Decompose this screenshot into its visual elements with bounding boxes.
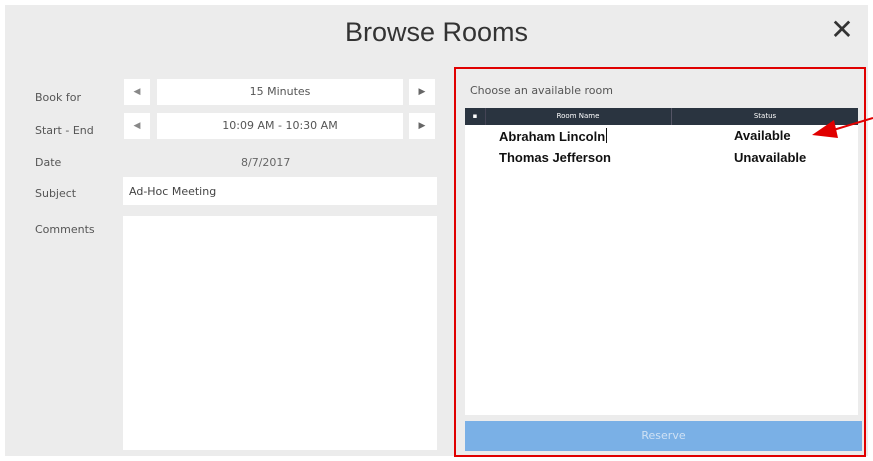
start-end-prev-button[interactable]: ◀ [124,113,150,139]
date-label: Date [35,156,62,169]
dialog-title: Browse Rooms [344,17,529,47]
column-header-room-name[interactable]: Room Name [485,108,672,125]
date-value: 8/7/2017 [241,156,291,169]
subject-input[interactable] [123,177,437,205]
book-for-next-button[interactable]: ▶ [409,79,435,105]
start-end-label: Start - End [35,124,94,137]
text-cursor [606,128,608,143]
book-for-prev-button[interactable]: ◀ [124,79,150,105]
room-status-cell: Available [734,128,791,143]
start-end-value: 10:09 AM - 10:30 AM [157,113,403,139]
comments-textarea[interactable] [123,216,437,450]
room-list-header: ▪ Room Name Status [465,108,858,125]
room-row[interactable]: Thomas Jefferson Unavailable [465,148,858,170]
room-name-cell: Abraham Lincoln [499,128,608,144]
book-for-label: Book for [35,91,81,104]
reserve-button[interactable]: Reserve [465,421,862,451]
subject-label: Subject [35,187,77,200]
start-end-next-button[interactable]: ▶ [409,113,435,139]
book-for-value: 15 Minutes [157,79,403,105]
comments-label: Comments [35,223,95,236]
choose-room-heading: Choose an available room [470,84,613,97]
room-name-cell: Thomas Jefferson [499,150,611,165]
room-row[interactable]: Abraham Lincoln Available [465,126,858,148]
column-header-status[interactable]: Status [672,108,858,125]
select-all-column[interactable]: ▪ [465,108,486,125]
room-status-cell: Unavailable [734,150,807,165]
browse-rooms-dialog: Browse Rooms ✕ Book for ◀ 15 Minutes ▶ S… [5,5,868,457]
room-list[interactable]: ▪ Room Name Status Abraham Lincoln Avail… [465,108,858,415]
close-icon[interactable]: ✕ [830,15,854,45]
room-chooser-panel: Choose an available room ▪ Room Name Sta… [454,67,866,457]
